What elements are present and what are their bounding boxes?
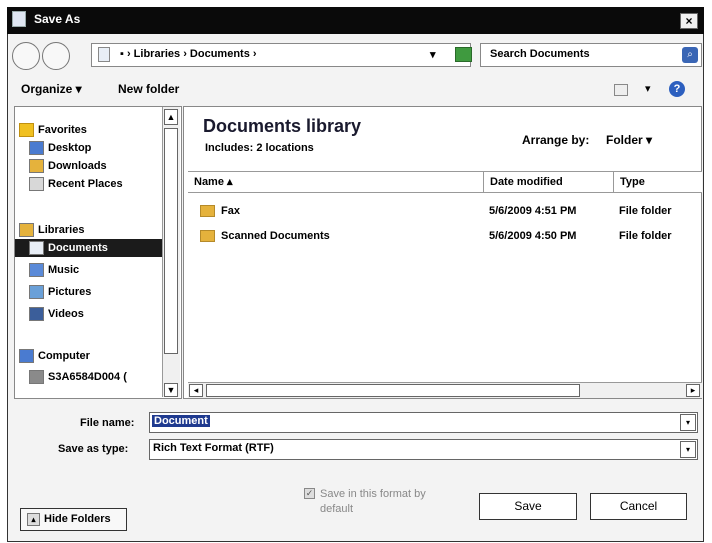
file-name: Fax	[221, 205, 240, 217]
views-dropdown-icon[interactable]: ▾	[645, 82, 651, 95]
computer-icon	[19, 349, 34, 364]
scroll-down-icon[interactable]: ▼	[164, 383, 178, 397]
column-name[interactable]: Name ▴	[188, 172, 484, 192]
nav-item-pictures[interactable]: Pictures	[29, 283, 91, 301]
nav-item-label: Libraries	[38, 224, 85, 236]
nav-item-label: Downloads	[48, 160, 107, 172]
file-name: Scanned Documents	[221, 230, 330, 242]
file-type: File folder	[619, 230, 672, 242]
scroll-up-icon[interactable]: ▲	[164, 109, 178, 125]
star-icon	[19, 123, 34, 138]
file-name-field[interactable]	[149, 412, 698, 433]
nav-item-desktop[interactable]: Desktop	[29, 139, 91, 157]
music-icon	[29, 263, 44, 278]
save-format-default-label: Save in this format by	[320, 488, 426, 500]
documents-icon	[29, 241, 44, 256]
hide-folders-label: Hide Folders	[44, 513, 111, 525]
address-dropdown-icon[interactable]: ▾	[430, 48, 436, 61]
file-date: 5/6/2009 4:51 PM	[489, 205, 577, 217]
column-type[interactable]: Type	[614, 172, 702, 192]
recent-places-icon	[29, 177, 44, 192]
scroll-left-icon[interactable]: ◂	[189, 384, 203, 397]
nav-item-drive[interactable]: S3A6584D004 (	[29, 368, 127, 386]
column-date-modified[interactable]: Date modified	[484, 172, 614, 192]
nav-item-videos[interactable]: Videos	[29, 305, 84, 323]
file-name-label: File name:	[80, 417, 135, 429]
back-button[interactable]	[12, 42, 40, 70]
file-name-value[interactable]: Document	[152, 415, 210, 427]
table-row[interactable]: Scanned Documents	[200, 227, 330, 245]
new-folder-button[interactable]: New folder	[118, 82, 179, 96]
nav-item-label: Favorites	[38, 124, 87, 136]
table-row[interactable]: Fax	[200, 202, 240, 220]
column-header-row: Name ▴ Date modified Type	[188, 171, 702, 193]
close-button[interactable]: ×	[680, 13, 698, 29]
help-icon[interactable]: ?	[669, 81, 685, 97]
downloads-icon	[29, 159, 44, 174]
nav-item-computer[interactable]: Computer	[19, 347, 90, 365]
nav-item-downloads[interactable]: Downloads	[29, 157, 107, 175]
search-placeholder[interactable]: Search Documents	[490, 48, 590, 60]
save-button[interactable]: Save	[479, 493, 577, 520]
nav-item-label: Documents	[48, 242, 108, 254]
pictures-icon	[29, 285, 44, 300]
save-as-type-dropdown-icon[interactable]: ▾	[680, 441, 696, 458]
arrange-by-dropdown[interactable]: Folder ▾	[606, 133, 652, 147]
folder-icon	[200, 230, 215, 243]
nav-item-documents[interactable]: Documents	[15, 239, 179, 257]
save-format-default-checkbox[interactable]: ✓	[304, 488, 315, 499]
nav-item-label: Recent Places	[48, 178, 123, 190]
file-type: File folder	[619, 205, 672, 217]
cancel-button[interactable]: Cancel	[590, 493, 687, 520]
nav-item-recent-places[interactable]: Recent Places	[29, 175, 123, 193]
desktop-icon	[29, 141, 44, 156]
nav-item-favorites[interactable]: Favorites	[19, 121, 87, 139]
scroll-right-icon[interactable]: ▸	[686, 384, 700, 397]
chevron-up-icon: ▴	[27, 512, 40, 526]
breadcrumb[interactable]: ▪ › Libraries › Documents ›	[120, 48, 257, 60]
save-as-type-value[interactable]: Rich Text Format (RTF)	[153, 442, 274, 454]
save-as-type-label: Save as type:	[58, 443, 129, 455]
refresh-icon[interactable]	[455, 47, 472, 62]
videos-icon	[29, 307, 44, 322]
library-icon	[98, 47, 110, 62]
folder-icon	[200, 205, 215, 218]
save-as-window-icon	[12, 11, 26, 27]
file-name-dropdown-icon[interactable]: ▾	[680, 414, 696, 431]
navigation-pane: Favorites Desktop Downloads Recent Place…	[14, 106, 182, 399]
window-title: Save As	[34, 12, 81, 26]
nav-item-libraries[interactable]: Libraries	[19, 221, 84, 239]
forward-button[interactable]	[42, 42, 70, 70]
library-title: Documents library	[203, 116, 362, 136]
hide-folders-button[interactable]: ▴ Hide Folders	[20, 508, 127, 531]
nav-item-label: Computer	[38, 350, 90, 362]
nav-scroll-thumb[interactable]	[164, 128, 178, 354]
drive-icon	[29, 370, 44, 385]
title-bar	[7, 7, 704, 34]
file-date: 5/6/2009 4:50 PM	[489, 230, 577, 242]
search-icon[interactable]: ⌕	[682, 47, 698, 63]
nav-item-label: Desktop	[48, 142, 92, 154]
horizontal-scroll-thumb[interactable]	[206, 384, 580, 397]
organize-button[interactable]: Organize ▾	[21, 82, 82, 96]
nav-item-label: Videos	[48, 308, 84, 320]
views-icon[interactable]	[614, 84, 628, 96]
libraries-icon	[19, 223, 34, 238]
save-format-default-label-line2: default	[320, 503, 354, 515]
library-locations-link[interactable]: Includes: 2 locations	[205, 142, 314, 154]
nav-item-label: S3A6584D004 (	[48, 371, 127, 383]
nav-item-label: Pictures	[48, 286, 92, 298]
arrange-by-label: Arrange by:	[522, 133, 590, 147]
nav-item-music[interactable]: Music	[29, 261, 79, 279]
nav-item-label: Music	[48, 264, 80, 276]
